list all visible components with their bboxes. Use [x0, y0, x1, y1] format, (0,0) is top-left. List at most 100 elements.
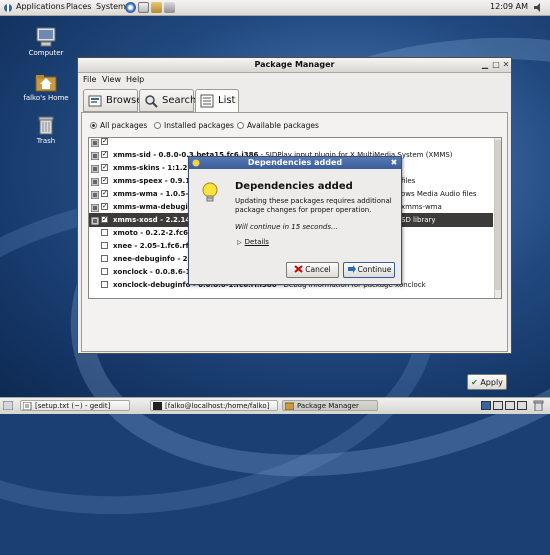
package-checkbox[interactable]: ✓	[101, 216, 108, 223]
workspace-3[interactable]	[505, 401, 515, 410]
package-text: xmms-skins - 1:1.2.	[113, 161, 190, 175]
taskbar-item[interactable]: Package Manager	[282, 400, 378, 411]
search-icon	[144, 94, 158, 108]
package-name: xmms-wma - 1.0.5-	[113, 190, 189, 198]
package-checkbox[interactable]: ✓	[101, 138, 108, 145]
package-description-tail: xmms-wma	[401, 203, 442, 211]
tab-label: Search	[162, 95, 197, 106]
apply-button[interactable]: ✔ Apply	[467, 374, 507, 390]
tab-browse[interactable]: Browse	[83, 89, 142, 112]
cancel-label: Cancel	[305, 265, 331, 274]
details-expander[interactable]: ▷ Details	[237, 238, 269, 246]
package-checkbox[interactable]: ✓	[101, 203, 108, 210]
bottom-panel: [setup.txt (~) - gedit] [falko@localhost…	[0, 397, 550, 414]
expander-arrow-icon: ▷	[237, 239, 242, 246]
lightbulb-icon	[201, 181, 219, 205]
scrollbar-thumb[interactable]	[495, 140, 501, 290]
radio-available-packages[interactable]: Available packages	[237, 121, 319, 130]
close-button[interactable]: ✕	[501, 60, 511, 70]
maximize-button[interactable]: □	[491, 60, 501, 70]
installed-package-icon	[90, 190, 100, 200]
minimize-button[interactable]: ▁	[480, 60, 490, 70]
fedora-logo-icon[interactable]	[3, 2, 13, 13]
taskbar-item[interactable]: [falko@localhost:/home/falko]	[150, 400, 278, 411]
package-checkbox[interactable]: ✓	[101, 177, 108, 184]
radio-label: Installed packages	[164, 121, 234, 130]
dependencies-dialog: Dependencies added ✖ Dependencies added …	[188, 156, 402, 285]
window-title: Package Manager	[254, 60, 335, 69]
trash-applet-icon[interactable]	[533, 400, 544, 412]
volume-icon[interactable]	[533, 2, 544, 13]
clock[interactable]: 12:09 AM	[490, 2, 528, 11]
desktop-icon-label: Computer	[28, 49, 64, 57]
menu-places[interactable]: Places	[66, 2, 91, 11]
window-titlebar[interactable]: Package Manager ▁ □ ✕	[78, 58, 511, 73]
package-name: xmms-speex - 0.9.1	[113, 177, 191, 185]
package-text: xmms-xosd - 2.2.14	[113, 213, 190, 227]
menu-help[interactable]: Help	[126, 75, 144, 84]
package-name: xnee-debuginfo - 2.	[113, 255, 191, 263]
package-text: xnee - 2.05-1.fc6.rf	[113, 239, 189, 253]
taskbar-label: Package Manager	[297, 402, 359, 410]
continue-label: Continue	[357, 265, 392, 274]
installed-package-icon	[90, 177, 100, 187]
radio-label: Available packages	[247, 121, 319, 130]
menu-system[interactable]: System	[96, 2, 126, 11]
package-checkbox[interactable]	[101, 281, 108, 288]
package-text: xmoto - 0.2.2-2.fc6	[113, 226, 188, 240]
show-desktop-icon[interactable]	[2, 400, 14, 411]
package-name: xnee - 2.05-1.fc6.rf	[113, 242, 189, 250]
menu-file[interactable]: File	[83, 75, 96, 84]
cancel-button[interactable]: Cancel	[286, 262, 339, 278]
package-checkbox[interactable]: ✓	[101, 190, 108, 197]
radio-installed-packages[interactable]: Installed packages	[154, 121, 234, 130]
package-checkbox[interactable]	[101, 229, 108, 236]
taskbar-label: [setup.txt (~) - gedit]	[35, 402, 111, 410]
tab-search[interactable]: Search	[139, 89, 197, 112]
package-icon	[91, 242, 99, 250]
workspace-1[interactable]	[481, 401, 491, 410]
package-name: xmoto - 0.2.2-2.fc6	[113, 229, 188, 237]
menu-view[interactable]: View	[102, 75, 121, 84]
list-icon	[200, 94, 214, 108]
menu-applications[interactable]: Applications	[16, 2, 65, 11]
package-manager-icon	[284, 402, 295, 410]
radio-dot	[237, 122, 244, 129]
desktop-icon-label: Trash	[36, 137, 56, 145]
workspace-2[interactable]	[493, 401, 503, 410]
package-icon	[91, 268, 99, 276]
radio-all-packages[interactable]: All packages	[90, 121, 147, 130]
email-icon[interactable]	[138, 2, 149, 13]
vertical-scrollbar[interactable]	[494, 138, 501, 298]
desktop-icon-trash[interactable]: Trash	[16, 115, 76, 145]
desktop-icon-computer[interactable]: Computer	[16, 27, 76, 57]
tab-label: List	[218, 95, 236, 106]
package-name: xonclock - 0.0.8.6-1	[113, 268, 191, 276]
package-name: xmms-xosd - 2.2.14	[113, 216, 191, 224]
package-name: xmms-wma-debugi	[113, 203, 188, 211]
workspace-4[interactable]	[517, 401, 527, 410]
taskbar-item[interactable]: [setup.txt (~) - gedit]	[20, 400, 130, 411]
continue-button[interactable]: Continue	[343, 262, 395, 278]
desktop-icon-home[interactable]: falko's Home	[16, 72, 76, 102]
dialog-titlebar[interactable]: Dependencies added ✖	[189, 157, 401, 169]
dialog-close-button[interactable]: ✖	[389, 158, 399, 168]
package-text: xmms-wma-debugi	[113, 200, 188, 214]
package-checkbox[interactable]: ✓	[101, 164, 108, 171]
countdown-text: Will continue in 15 seconds...	[235, 223, 338, 231]
dialog-title-icon	[192, 159, 200, 167]
installed-package-icon	[90, 151, 100, 161]
package-checkbox[interactable]	[101, 255, 108, 262]
package-checkbox[interactable]	[101, 242, 108, 249]
radio-dot-selected	[90, 122, 97, 129]
tab-list[interactable]: List	[195, 89, 239, 113]
package-icon	[91, 281, 99, 289]
dialog-message: Updating these packages requires additio…	[235, 197, 392, 214]
web-browser-icon[interactable]	[125, 2, 136, 13]
network-icon[interactable]	[164, 2, 175, 13]
details-label: Details	[244, 238, 269, 246]
notes-icon[interactable]	[151, 2, 162, 13]
package-checkbox[interactable]: ✓	[101, 151, 108, 158]
package-icon	[91, 255, 99, 263]
package-checkbox[interactable]	[101, 268, 108, 275]
